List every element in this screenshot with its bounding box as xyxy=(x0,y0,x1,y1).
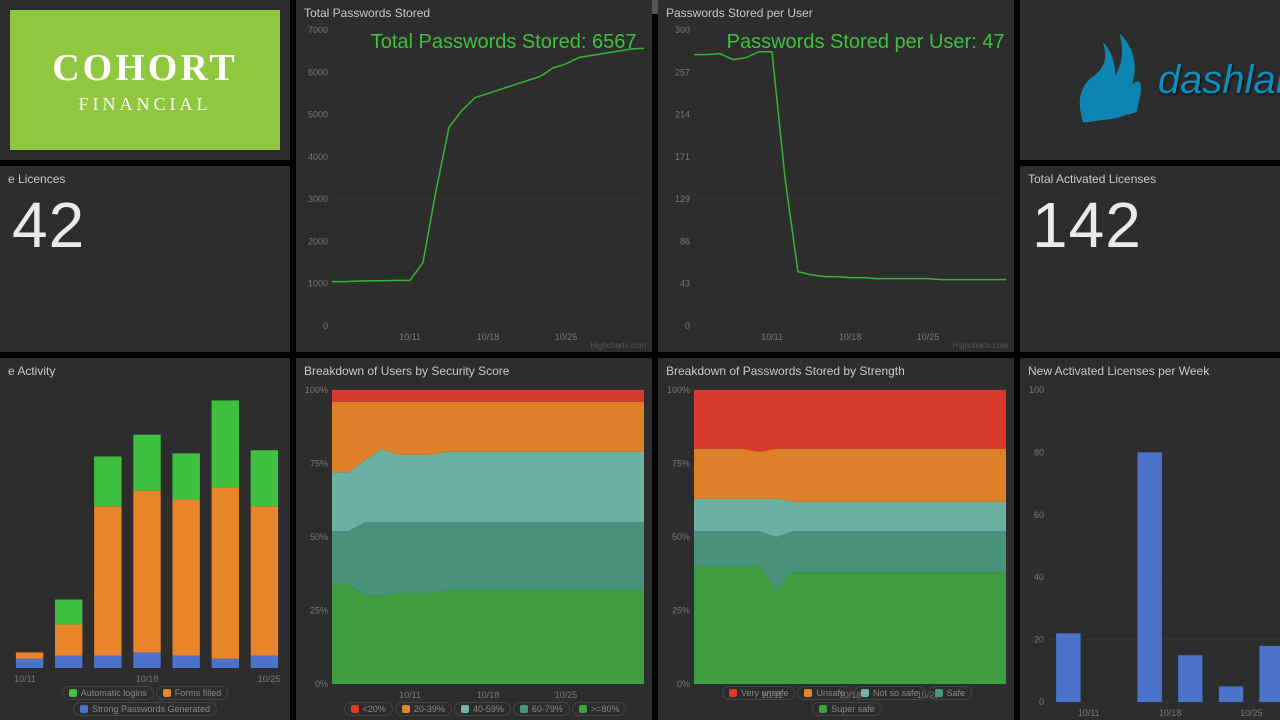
panel-per-user: Passwords Stored per User 0 43 86 129 171 214… xyxy=(658,0,1014,352)
svg-text:6000: 6000 xyxy=(308,67,328,77)
brand-card: dashlan xyxy=(1020,0,1280,160)
legend-item[interactable]: Unsafe xyxy=(797,686,852,700)
chart-new-licenses[interactable]: 0 20 40 60 80 100 10/11 10/18 10/25 xyxy=(1020,380,1280,720)
svg-text:10/11: 10/11 xyxy=(1078,708,1100,718)
svg-text:20: 20 xyxy=(1034,635,1044,645)
legend-item[interactable]: <20% xyxy=(344,702,393,716)
brand-name: dashlan xyxy=(1158,58,1280,103)
svg-text:10/11: 10/11 xyxy=(399,332,421,342)
svg-text:10/25: 10/25 xyxy=(258,674,281,684)
svg-text:171: 171 xyxy=(675,152,690,162)
svg-text:2000: 2000 xyxy=(308,236,328,246)
dashboard-grid: COHORT FINANCIAL Total Passwords Stored … xyxy=(0,0,1280,720)
tile-value: 142 xyxy=(1020,188,1280,266)
legend-item[interactable]: Safe xyxy=(928,686,973,700)
svg-text:10/25: 10/25 xyxy=(555,332,578,342)
svg-text:75%: 75% xyxy=(672,459,690,469)
panel-total-passwords: Total Passwords Stored 0 1000 2000 3000 4000… xyxy=(296,0,652,352)
chart-strength[interactable]: 0%25%50%75%100%10/1110/1810/25Very unsaf… xyxy=(658,380,1014,720)
svg-text:100%: 100% xyxy=(667,385,690,395)
chart-total-passwords[interactable]: 0 1000 2000 3000 4000 5000 6000 7000 10/11 10/18 1… xyxy=(296,22,652,352)
svg-text:50%: 50% xyxy=(672,532,690,542)
svg-text:Total Passwords Stored: 6567: Total Passwords Stored: 6567 xyxy=(371,31,637,53)
svg-text:4000: 4000 xyxy=(308,152,328,162)
svg-text:10/11: 10/11 xyxy=(14,674,36,684)
panel-new-licenses: New Activated Licenses per Week 0 20 40 60 8… xyxy=(1020,358,1280,720)
svg-text:300: 300 xyxy=(675,25,690,35)
legend-item[interactable]: Very unsafe xyxy=(722,686,796,700)
cohort-logo: COHORT FINANCIAL xyxy=(10,10,280,150)
legend-item[interactable]: Strong Passwords Generated xyxy=(73,702,217,716)
panel-title: Total Passwords Stored xyxy=(296,0,652,22)
svg-text:60: 60 xyxy=(1034,510,1044,520)
svg-text:100%: 100% xyxy=(305,385,328,395)
panel-title: e Activity xyxy=(0,358,290,380)
svg-text:0: 0 xyxy=(323,321,328,331)
svg-text:10/18: 10/18 xyxy=(477,332,500,342)
chart-per-user[interactable]: 0 43 86 129 171 214 257 300 10/11 10/18 10/25 Passw… xyxy=(658,22,1014,352)
svg-text:10/11: 10/11 xyxy=(761,332,783,342)
svg-text:50%: 50% xyxy=(310,532,328,542)
panel-title: Passwords Stored per User xyxy=(658,0,1014,22)
tile-licences: e Licences 42 xyxy=(0,166,290,352)
legend-item[interactable]: Automatic logins xyxy=(62,686,154,700)
svg-text:100: 100 xyxy=(1029,385,1044,395)
tile-activated: Total Activated Licenses 142 xyxy=(1020,166,1280,352)
panel-title: Breakdown of Users by Security Score xyxy=(296,358,652,380)
svg-text:10/18: 10/18 xyxy=(477,690,500,700)
legend-item[interactable]: 20-39% xyxy=(395,702,452,716)
logo-card: COHORT FINANCIAL xyxy=(0,0,290,160)
panel-activity: e Activity 10/11 10/18 10/25 Automatic logi… xyxy=(0,358,290,720)
svg-text:10/25: 10/25 xyxy=(917,332,940,342)
legend-item[interactable]: Not so safe xyxy=(854,686,926,700)
svg-text:1000: 1000 xyxy=(308,279,328,289)
svg-text:86: 86 xyxy=(680,236,690,246)
tile-value: 42 xyxy=(0,188,290,266)
svg-text:80: 80 xyxy=(1034,447,1044,457)
antelope-icon xyxy=(1030,0,1158,160)
svg-text:7000: 7000 xyxy=(308,25,328,35)
svg-text:25%: 25% xyxy=(310,606,328,616)
panel-title: New Activated Licenses per Week xyxy=(1020,358,1280,380)
chart-security[interactable]: 0% 25% 50% 75% 100% 10/11 10/18 10/25 <20%20-39%… xyxy=(296,380,652,720)
svg-text:0: 0 xyxy=(1039,697,1044,707)
tile-title: Total Activated Licenses xyxy=(1020,166,1280,188)
svg-text:0%: 0% xyxy=(315,679,328,689)
svg-text:10/11: 10/11 xyxy=(399,690,421,700)
logo-line1: COHORT xyxy=(52,46,238,90)
svg-text:10/18: 10/18 xyxy=(136,674,159,684)
legend-item[interactable]: Forms filled xyxy=(156,686,229,700)
panel-title: Breakdown of Passwords Stored by Strengt… xyxy=(658,358,1014,380)
panel-strength: Breakdown of Passwords Stored by Strengt… xyxy=(658,358,1014,720)
svg-text:10/25: 10/25 xyxy=(1240,708,1263,718)
tile-title: e Licences xyxy=(0,166,290,188)
svg-text:3000: 3000 xyxy=(308,194,328,204)
svg-text:75%: 75% xyxy=(310,459,328,469)
legend-item[interactable]: 60-79% xyxy=(513,702,570,716)
svg-text:Passwords Stored per User: 47: Passwords Stored per User: 47 xyxy=(727,31,1005,53)
chart-activity[interactable]: 10/11 10/18 10/25 Automatic loginsForms fil… xyxy=(0,380,290,720)
svg-text:129: 129 xyxy=(675,194,690,204)
logo-line2: FINANCIAL xyxy=(79,94,212,115)
svg-text:10/18: 10/18 xyxy=(1159,708,1182,718)
legend-item[interactable]: Super safe xyxy=(812,702,882,716)
chart-credit: Highcharts.com xyxy=(952,341,1008,350)
svg-text:25%: 25% xyxy=(672,606,690,616)
svg-text:257: 257 xyxy=(675,67,690,77)
svg-text:10/18: 10/18 xyxy=(839,332,862,342)
svg-text:40: 40 xyxy=(1034,572,1044,582)
panel-security: Breakdown of Users by Security Score 0% 2… xyxy=(296,358,652,720)
svg-text:43: 43 xyxy=(680,279,690,289)
svg-text:0: 0 xyxy=(685,321,690,331)
chart-credit: Highcharts.com xyxy=(590,341,646,350)
svg-text:214: 214 xyxy=(675,110,690,120)
svg-text:10/25: 10/25 xyxy=(555,690,578,700)
legend-item[interactable]: 40-59% xyxy=(454,702,511,716)
legend-item[interactable]: >=80% xyxy=(572,702,627,716)
svg-text:5000: 5000 xyxy=(308,110,328,120)
